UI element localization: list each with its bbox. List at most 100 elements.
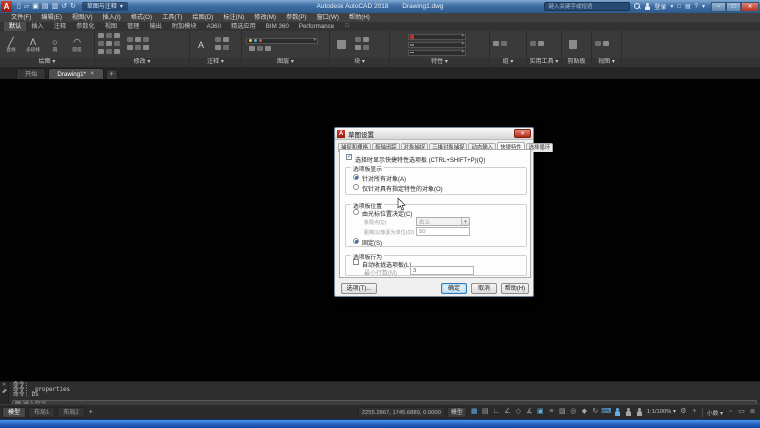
model-space-toggle[interactable]: 模型 <box>446 406 467 418</box>
ok-button[interactable]: 确定 <box>441 283 467 294</box>
help-icon[interactable]: ? <box>695 4 698 10</box>
ucs-icon-toggle[interactable] <box>595 41 601 46</box>
save-as-icon[interactable]: ▤ <box>42 2 49 11</box>
paste-button[interactable] <box>562 40 584 49</box>
multileader-icon[interactable] <box>223 45 229 50</box>
menu-file[interactable]: 文件(F) <box>6 13 36 22</box>
osnap-3d-icon[interactable]: ◆ <box>579 406 590 418</box>
line-tool-button[interactable]: ╱ 直线 <box>0 37 22 52</box>
layer-isolate-icon[interactable] <box>265 45 271 51</box>
ribbon-tab-view[interactable]: 视图 <box>100 22 122 31</box>
panel-label-view[interactable]: 视图 ▾ <box>592 58 622 67</box>
explode-icon[interactable] <box>135 37 141 42</box>
minimize-button[interactable]: − <box>711 1 726 12</box>
new-file-icon[interactable]: ▯ <box>17 2 21 11</box>
auto-collapse-checkbox[interactable] <box>353 259 359 265</box>
polyline-tool-button[interactable]: Λ 多段线 <box>22 37 44 52</box>
min-rows-field[interactable]: 3 <box>410 266 474 275</box>
workspace-gear-icon[interactable]: ⚙ <box>678 406 689 418</box>
table-icon[interactable] <box>215 45 221 50</box>
panel-label-groups[interactable]: 组 ▾ <box>490 58 527 67</box>
annotation-monitor-icon[interactable]: + <box>689 406 700 418</box>
isodraft-icon[interactable]: ◇ <box>513 406 524 418</box>
open-file-icon[interactable]: ▱ <box>24 2 29 11</box>
ribbon-tab-annotate[interactable]: 注释 <box>49 22 71 31</box>
menu-draw[interactable]: 绘图(D) <box>187 13 218 22</box>
dialog-close-button[interactable]: ✕ <box>514 129 531 138</box>
fillet-icon[interactable] <box>114 41 120 46</box>
layout-tab-layout2[interactable]: 布局2 <box>57 406 85 418</box>
lineweight-icon[interactable]: ≡ <box>546 406 557 418</box>
ribbon-tab-home[interactable]: 默认 <box>4 22 27 31</box>
group-icon[interactable] <box>493 41 499 46</box>
dimension-icon[interactable] <box>215 37 221 42</box>
trim-icon[interactable] <box>114 33 120 38</box>
grid-icon[interactable]: ▦ <box>469 406 480 418</box>
text-tool-button[interactable]: A <box>190 40 212 50</box>
edit-block-icon[interactable] <box>363 37 369 42</box>
ribbon-tab-featured-apps[interactable]: 精选应用 <box>226 22 261 31</box>
dialog-title-bar[interactable]: A 草图设置 ✕ <box>335 128 533 140</box>
undo-icon[interactable]: ↺ <box>61 2 67 11</box>
leader-icon[interactable] <box>223 37 229 42</box>
chamfer-icon[interactable] <box>127 45 133 50</box>
object-color-dropdown[interactable]: ▾ <box>408 33 466 40</box>
file-tab-start[interactable]: 开始 <box>16 68 47 79</box>
menu-modify[interactable]: 修改(M) <box>249 13 281 22</box>
ribbon-tab-performance[interactable]: Performance <box>294 22 339 31</box>
ribbon-tab-output[interactable]: 输出 <box>144 22 166 31</box>
create-block-icon[interactable] <box>355 37 361 42</box>
rotate-icon[interactable] <box>106 33 112 38</box>
options-button[interactable]: 选项(T)... <box>341 283 377 294</box>
annotation-scale-value[interactable]: 1:1/100% ▾ <box>647 409 676 415</box>
maximize-button[interactable]: □ <box>726 1 741 12</box>
ribbon-tab-parametric[interactable]: 参数化 <box>71 22 100 31</box>
measure-icon[interactable] <box>530 41 536 46</box>
layer-dropdown[interactable]: ▾ <box>246 37 318 44</box>
array-icon[interactable] <box>114 49 120 54</box>
layout-tab-layout1[interactable]: 布局1 <box>28 406 56 418</box>
dynamic-ucs-icon[interactable]: ↻ <box>590 406 601 418</box>
layout-tab-model[interactable]: 模型 <box>2 406 27 418</box>
transparency-icon[interactable]: ▨ <box>557 406 568 418</box>
quadrant-dropdown[interactable]: 右上 ▾ <box>416 217 470 226</box>
stretch-icon[interactable] <box>98 49 104 54</box>
set-base-point-icon[interactable] <box>363 45 369 50</box>
distance-field[interactable]: 50 <box>416 227 470 236</box>
circle-tool-button[interactable]: ○ 圆 <box>44 37 66 52</box>
ungroup-icon[interactable] <box>501 41 507 46</box>
add-layout-button[interactable]: + <box>85 409 97 416</box>
mirror-icon[interactable] <box>106 41 112 46</box>
ribbon-tab-a360[interactable]: A360 <box>202 22 226 31</box>
ribbon-tab-manage[interactable]: 管理 <box>122 22 144 31</box>
all-objects-radio[interactable] <box>353 174 359 180</box>
menu-help[interactable]: 帮助(H) <box>344 13 375 22</box>
ribbon-tab-addins[interactable]: 附加模块 <box>167 22 202 31</box>
menu-window[interactable]: 窗口(W) <box>312 13 344 22</box>
app-logo-icon[interactable]: A <box>1 1 12 12</box>
close-button[interactable]: ✕ <box>741 1 759 12</box>
file-tab-drawing1[interactable]: Drawing1* ✕ <box>48 68 104 79</box>
chevron-down-icon[interactable]: ▾ <box>461 218 469 225</box>
selection-cycling-icon[interactable]: ◎ <box>568 406 579 418</box>
panel-label-clipboard[interactable]: 剪贴板 <box>562 58 592 67</box>
scale-icon[interactable] <box>106 49 112 54</box>
graphics-performance-icon[interactable]: ▭ <box>736 406 747 418</box>
signin-chevron-icon[interactable]: ▾ <box>670 3 673 10</box>
ribbon-display-toggle-icon[interactable]: □ <box>345 22 349 31</box>
new-drawing-tab-button[interactable]: + <box>105 69 118 79</box>
save-icon[interactable]: ▣ <box>32 2 39 11</box>
menu-insert[interactable]: 插入(I) <box>98 13 126 22</box>
blend-icon[interactable] <box>135 45 141 50</box>
erase-icon[interactable] <box>127 37 133 42</box>
offset-icon[interactable] <box>143 37 149 42</box>
stay-connected-icon[interactable]: ▤ <box>685 3 691 10</box>
panel-label-draw[interactable]: 绘图 ▾ <box>0 58 95 67</box>
autodesk-app-store-icon[interactable]: □ <box>677 4 681 10</box>
layer-off-icon[interactable] <box>257 45 263 51</box>
osnap-tracking-icon[interactable]: ∡ <box>524 406 535 418</box>
block-attributes-icon[interactable] <box>355 45 361 50</box>
align-icon[interactable] <box>143 45 149 50</box>
menu-dimension[interactable]: 标注(N) <box>218 13 249 22</box>
isolate-objects-icon[interactable]: ▫ <box>725 406 736 418</box>
